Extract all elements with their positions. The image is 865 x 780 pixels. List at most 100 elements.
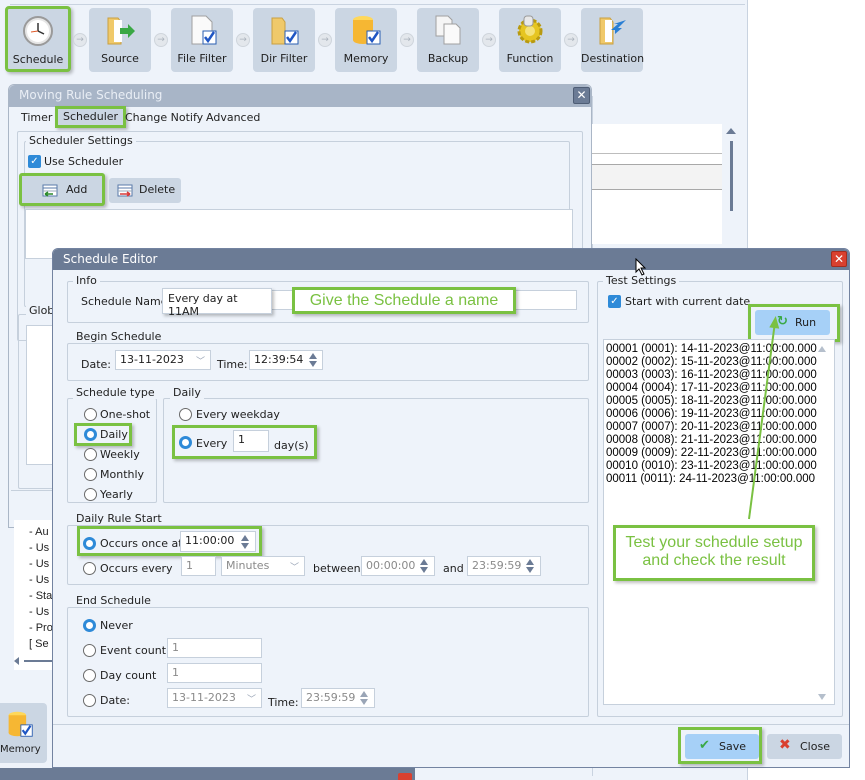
background-window-titlebar — [0, 768, 415, 780]
run-button-label: Run — [795, 316, 817, 329]
spin-updown-icon[interactable] — [238, 534, 252, 550]
result-row: 00009 (0009): 22-11-2023@11:00:00.000 — [606, 447, 817, 459]
interval-unit-select[interactable]: Minutes ﹀ — [221, 556, 305, 576]
schedule-type-yearly-radio[interactable] — [84, 488, 97, 501]
toolbar-schedule-button[interactable]: Schedule — [5, 6, 71, 72]
tab-advanced[interactable]: Advanced — [202, 109, 264, 127]
end-never-radio[interactable] — [83, 619, 96, 632]
toolbar-function-button[interactable]: Function — [499, 8, 561, 72]
toolbar-dir-filter-button[interactable]: Dir Filter — [253, 8, 315, 72]
folder-import-icon — [599, 17, 626, 45]
end-date-radio[interactable] — [83, 694, 96, 707]
copy-files-icon — [435, 15, 461, 45]
scroll-left-icon[interactable] — [14, 657, 19, 665]
toolbar-item-label: Memory — [343, 52, 389, 65]
database-check-icon — [353, 16, 381, 45]
list-row — [592, 164, 722, 190]
tree-item[interactable]: - Au — [29, 524, 53, 540]
database-check-icon — [8, 711, 33, 737]
end-event-count-radio[interactable] — [83, 644, 96, 657]
every-days-input[interactable]: 1 — [233, 430, 269, 452]
end-date-picker[interactable]: 13-11-2023 ﹀ — [167, 688, 262, 708]
tree-item[interactable]: - Sta — [29, 588, 53, 604]
schedule-type-daily-radio[interactable] — [84, 428, 97, 441]
spin-updown-icon[interactable] — [357, 690, 371, 706]
group-title: Begin Schedule — [73, 330, 165, 343]
occurs-once-radio[interactable] — [83, 537, 96, 550]
spin-updown-icon[interactable] — [306, 352, 320, 368]
radio-label: Yearly — [100, 488, 133, 501]
tab-change-notify[interactable]: Change Notify — [121, 109, 207, 127]
group-title: Info — [73, 274, 100, 287]
list-divider — [592, 153, 722, 154]
use-scheduler-checkbox[interactable]: ✓ — [28, 155, 41, 168]
add-row-icon — [42, 184, 58, 197]
begin-time-input[interactable]: 12:39:54 — [249, 350, 323, 370]
save-button[interactable]: ✔ Save — [685, 734, 759, 759]
group-title: End Schedule — [73, 594, 154, 607]
tab-scheduler[interactable]: Scheduler — [55, 106, 127, 128]
scroll-up-icon[interactable] — [818, 346, 826, 352]
toolbar-file-filter-button[interactable]: File Filter — [171, 8, 233, 72]
flow-arrow-icon: → — [154, 33, 168, 47]
result-row: 00005 (0005): 18-11-2023@11:00:00.000 — [606, 395, 817, 407]
tree-item[interactable]: - Pro — [29, 620, 53, 636]
between-time-input[interactable]: 00:00:00 — [361, 556, 435, 576]
close-button-label: Close — [800, 740, 830, 753]
scroll-down-icon[interactable] — [818, 694, 826, 700]
folder-arrow-icon — [107, 17, 135, 45]
radio-label: Occurs once at — [100, 537, 183, 550]
toolbar-destination-button[interactable]: Destination — [581, 8, 644, 72]
tab-timer[interactable]: Timer — [17, 109, 56, 127]
radio-label: Every — [196, 437, 228, 450]
radio-label: Monthly — [100, 468, 145, 481]
and-time-input[interactable]: 23:59:59 — [467, 556, 541, 576]
bottom-memory-button[interactable]: Memory — [0, 703, 47, 763]
tree-item[interactable]: - Us — [29, 604, 53, 620]
begin-date-picker[interactable]: 13-11-2023 ﹀ — [115, 350, 211, 370]
between-time-value: 00:00:00 — [366, 559, 416, 572]
close-button[interactable]: ✖ Close — [767, 734, 842, 759]
start-current-date-label: Start with current date — [625, 295, 751, 308]
event-count-input[interactable]: 1 — [167, 638, 262, 658]
toolbar-memory-button[interactable]: Memory — [335, 8, 397, 72]
toolbar-source-button[interactable]: Source — [89, 8, 151, 72]
tree-item[interactable]: - Us — [29, 572, 53, 588]
spin-updown-icon[interactable] — [417, 558, 431, 574]
schedule-type-monthly-radio[interactable] — [84, 468, 97, 481]
tree-item[interactable]: - Us — [29, 556, 53, 572]
flow-arrow-icon: → — [318, 33, 332, 47]
radio-label: Occurs every — [100, 562, 173, 575]
result-row: 00001 (0001): 14-11-2023@11:00:00.000 — [606, 343, 817, 355]
toolbar-item-label: Backup — [427, 52, 469, 65]
every-n-days-radio[interactable] — [179, 436, 192, 449]
tree-item[interactable]: [ Se — [29, 636, 53, 652]
end-date-value: 13-11-2023 — [172, 691, 236, 704]
start-current-date-checkbox[interactable]: ✓ — [608, 295, 621, 308]
schedule-name-label: Schedule Name: — [81, 295, 172, 308]
occurs-every-radio[interactable] — [83, 562, 96, 575]
every-weekday-radio[interactable] — [179, 408, 192, 421]
day-count-input[interactable]: 1 — [167, 663, 262, 683]
close-icon[interactable]: ✕ — [831, 251, 847, 267]
toolbar-backup-button[interactable]: Backup — [417, 8, 479, 72]
spin-updown-icon[interactable] — [523, 558, 537, 574]
scrollbar-thumb[interactable] — [730, 141, 733, 211]
tree-item[interactable]: - Us — [29, 540, 53, 556]
schedule-name-input[interactable]: Every day at 11AM — [162, 288, 272, 318]
occurs-once-time-input[interactable]: 11:00:00 — [180, 531, 256, 552]
schedule-type-weekly-radio[interactable] — [84, 448, 97, 461]
horizontal-scrollbar-thumb[interactable] — [24, 660, 52, 662]
delete-button[interactable]: Delete — [109, 178, 181, 203]
schedule-type-one-shot-radio[interactable] — [84, 408, 97, 421]
add-button[interactable]: Add — [19, 173, 105, 206]
end-time-input[interactable]: 23:59:59 — [301, 688, 375, 708]
close-icon[interactable] — [398, 773, 412, 780]
end-day-count-radio[interactable] — [83, 669, 96, 682]
begin-time-label: Time: — [217, 358, 248, 371]
occurs-every-input[interactable]: 1 — [181, 556, 216, 576]
use-scheduler-label: Use Scheduler — [44, 155, 124, 168]
scroll-up-icon[interactable] — [726, 128, 736, 134]
close-icon[interactable]: ✕ — [573, 87, 590, 104]
radio-label: Never — [100, 619, 133, 632]
